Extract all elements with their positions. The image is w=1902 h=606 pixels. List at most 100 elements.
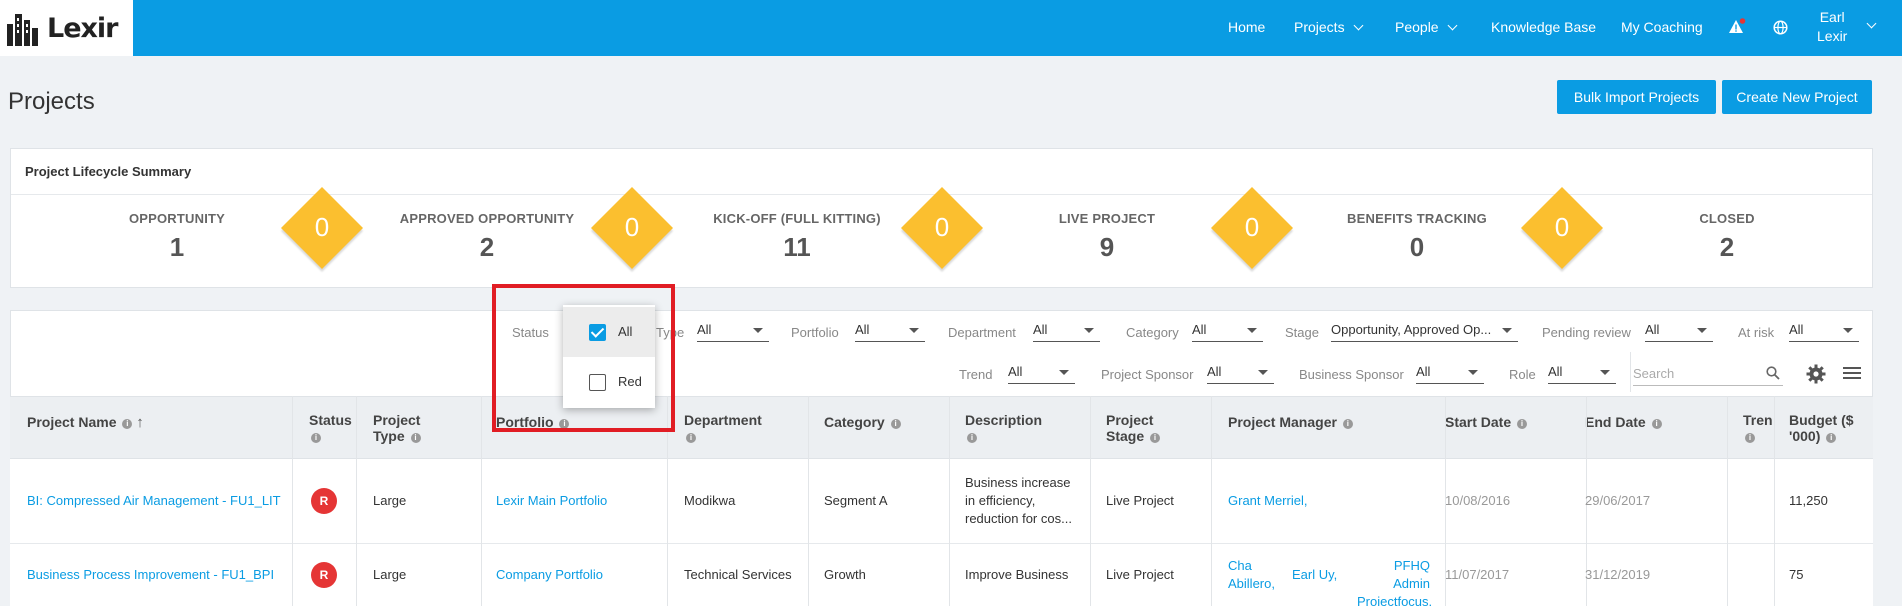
stage-transition-count: 0 [624, 212, 640, 242]
checkbox-unchecked-icon[interactable] [589, 374, 606, 391]
globe-icon[interactable] [1773, 20, 1788, 40]
stage-filter-select[interactable]: Opportunity, Approved Op... [1331, 320, 1518, 342]
caret-down-icon [753, 328, 763, 333]
col-header-project-name[interactable]: Project Name i ↑ [27, 414, 144, 431]
caret-down-icon [1697, 328, 1707, 333]
col-header-project-stage[interactable]: Project Stage i [1106, 412, 1161, 444]
col-header-end-date[interactable]: End Date i [1585, 414, 1662, 430]
stage-count: 2 [1719, 232, 1735, 262]
project-name-link[interactable]: BI: Compressed Air Management - FU1_LIT [27, 492, 281, 510]
project-manager-link[interactable]: PFHQ Admin Projectfocus, [1357, 557, 1433, 606]
col-header-description[interactable]: Description i [965, 412, 1042, 444]
col-header-budget[interactable]: Budget ($ '000) i [1789, 412, 1854, 444]
nav-home[interactable]: Home [1228, 19, 1265, 35]
brand-logo[interactable]: Lexir [0, 0, 133, 56]
col-header-portfolio[interactable]: Portfolio i [496, 414, 570, 430]
col-header-project-manager[interactable]: Project Manager i [1228, 414, 1353, 430]
portfolio-link[interactable]: Lexir Main Portfolio [496, 492, 607, 510]
stage-filter-label: Stage [1285, 325, 1319, 340]
col-header-label: Status [309, 412, 352, 428]
stage-count: 2 [479, 232, 495, 262]
type-filter-select[interactable]: All [697, 320, 769, 342]
caret-down-icon [1468, 370, 1478, 375]
sort-ascending-icon[interactable]: ↑ [136, 414, 144, 431]
col-header-label: Portfolio [496, 414, 554, 430]
caret-down-icon [1600, 370, 1610, 375]
project-name-link[interactable]: Business Process Improvement - FU1_BPI [27, 566, 274, 584]
portfolio-link[interactable]: Company Portfolio [496, 566, 603, 584]
stage-label: OPPORTUNITY [128, 211, 226, 226]
pending-review-filter-label: Pending review [1542, 325, 1631, 340]
manager-name-line: Projectfocus, [1357, 594, 1433, 606]
project-manager-link[interactable]: Cha Abillero, [1228, 557, 1275, 593]
stage-count: 9 [1099, 232, 1115, 262]
business-sponsor-filter-select[interactable]: All [1416, 362, 1484, 384]
status-option-red[interactable]: Red [563, 357, 655, 407]
info-icon: i [1745, 433, 1755, 443]
stage-benefits-tracking[interactable]: BENEFITS TRACKING 0 [1307, 211, 1527, 263]
stage-label: CLOSED [1699, 211, 1755, 226]
budget-cell: 11,250 [1789, 493, 1828, 508]
description-cell: Improve Business [965, 567, 1069, 582]
col-header-project-type[interactable]: Project Type i [373, 412, 421, 444]
at-risk-filter-select[interactable]: All [1789, 320, 1859, 342]
department-filter-select[interactable]: All [1033, 320, 1100, 342]
start-date-cell: 11/07/2017 [1445, 567, 1510, 582]
checkbox-checked-icon[interactable] [589, 324, 606, 341]
column-divider [481, 396, 482, 606]
stage-transition-count: 0 [1244, 212, 1260, 242]
search-icon[interactable] [1766, 366, 1780, 385]
col-header-department[interactable]: Department i [684, 412, 762, 444]
nav-my-coaching[interactable]: My Coaching [1621, 19, 1703, 35]
trend-filter-select[interactable]: All [1008, 362, 1075, 384]
project-sponsor-filter-value: All [1207, 364, 1222, 379]
category-filter-select[interactable]: All [1192, 320, 1263, 342]
project-manager-link[interactable]: Earl Uy, [1292, 566, 1337, 584]
chevron-down-icon[interactable] [1866, 18, 1877, 29]
column-divider [949, 396, 950, 606]
info-icon: i [1517, 419, 1528, 429]
col-header-category[interactable]: Category i [824, 414, 901, 430]
nav-home-label: Home [1228, 19, 1266, 35]
type-filter-value: All [697, 322, 712, 337]
nav-projects[interactable]: Projects [1294, 19, 1364, 35]
stage-kick-off[interactable]: KICK-OFF (FULL KITTING) 11 [687, 211, 907, 263]
col-header-trend[interactable]: Trend i [1743, 412, 1773, 444]
caret-down-icon [1247, 328, 1257, 333]
user-menu[interactable]: Earl Lexir [1817, 8, 1847, 46]
col-header-status[interactable]: Status i [309, 412, 352, 444]
stage-opportunity[interactable]: OPPORTUNITY 1 [67, 211, 287, 263]
logo-text: Lexir [47, 12, 119, 44]
alert-icon[interactable] [1728, 18, 1746, 41]
stage-closed[interactable]: CLOSED 2 [1617, 211, 1837, 263]
user-first-name: Earl [1819, 9, 1845, 25]
col-header-label: Description [965, 412, 1043, 428]
portfolio-filter-value: All [855, 322, 870, 337]
bulk-import-projects-button[interactable]: Bulk Import Projects [1557, 80, 1716, 114]
project-sponsor-filter-select[interactable]: All [1207, 362, 1274, 384]
column-divider [667, 396, 668, 606]
col-header-label: End Date [1585, 414, 1646, 430]
stage-count: 0 [1409, 232, 1425, 262]
column-divider [292, 396, 293, 606]
menu-icon[interactable] [1843, 366, 1861, 385]
status-option-all[interactable]: All [563, 307, 655, 357]
search-input[interactable] [1633, 362, 1783, 386]
pending-review-filter-select[interactable]: All [1645, 320, 1713, 342]
nav-people[interactable]: People [1395, 19, 1458, 35]
chevron-down-icon [1353, 20, 1364, 30]
caret-down-icon [909, 328, 919, 333]
gear-icon[interactable] [1806, 364, 1826, 389]
stage-live-project[interactable]: LIVE PROJECT 9 [997, 211, 1217, 263]
budget-cell: 75 [1789, 567, 1804, 582]
project-manager-link[interactable]: Grant Merriel, [1228, 492, 1307, 510]
col-header-label: Budget ($ [1789, 412, 1854, 428]
portfolio-filter-select[interactable]: All [855, 320, 925, 342]
nav-knowledge-base[interactable]: Knowledge Base [1491, 19, 1596, 35]
stage-approved-opportunity[interactable]: APPROVED OPPORTUNITY 2 [377, 211, 597, 263]
description-cell: Business increase in efficiency, reducti… [965, 474, 1072, 528]
role-filter-select[interactable]: All [1548, 362, 1616, 384]
status-option-label: Red [618, 374, 642, 389]
col-header-start-date[interactable]: Start Date i [1445, 414, 1528, 430]
create-new-project-button[interactable]: Create New Project [1722, 80, 1872, 114]
